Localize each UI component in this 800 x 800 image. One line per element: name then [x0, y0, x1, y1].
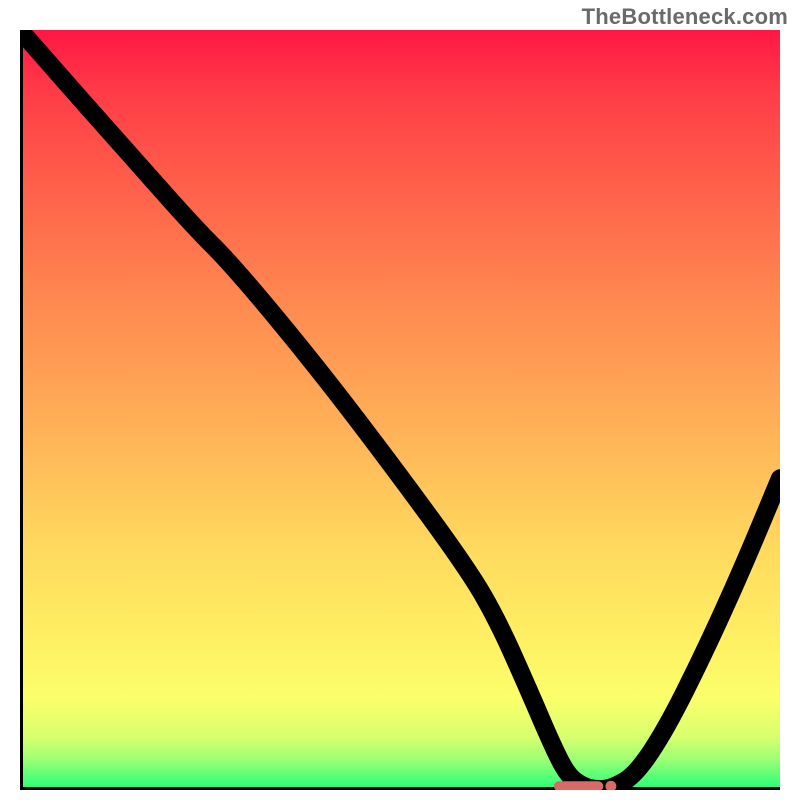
- optimal-marker-pill: [554, 781, 603, 790]
- watermark-text: TheBottleneck.com: [582, 4, 788, 30]
- chart-svg: [20, 30, 780, 790]
- bottleneck-curve: [20, 30, 780, 789]
- chart-area: [20, 30, 780, 790]
